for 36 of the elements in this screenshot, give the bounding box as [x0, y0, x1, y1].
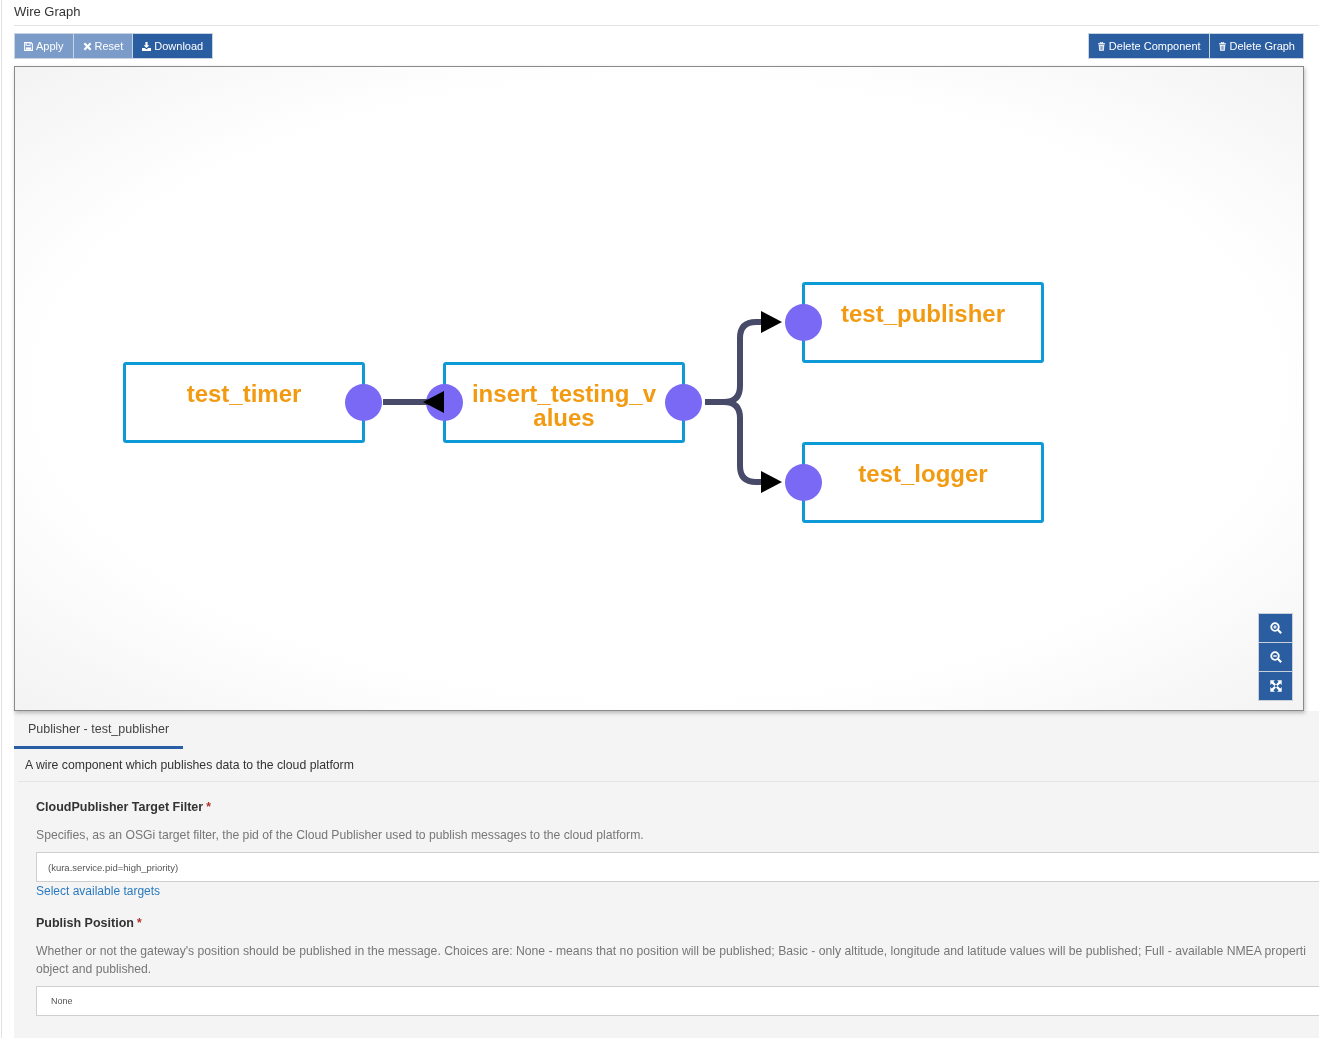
connection-arrow[interactable] [383, 391, 444, 413]
field-description: object and published. [36, 961, 153, 978]
zoom-out-icon [1269, 651, 1282, 663]
node-title: test_publisher [839, 302, 1006, 326]
field-description: Specifies, as an OSGi target filter, the pid of the Cloud Publisher used to publish messages to the cloud platform. [36, 827, 645, 844]
toolbar-button[interactable]: Delete Graph [1208, 33, 1304, 59]
page-title: Wire Graph [14, 4, 81, 20]
select-field[interactable]: None [36, 986, 1319, 1016]
zoom-out-button[interactable] [1258, 642, 1293, 672]
text-input[interactable]: (kura.service.pid=high_priority) [36, 852, 1319, 882]
field-label: CloudPublisher Target Filter [36, 799, 204, 815]
required-mark: * [206, 799, 211, 815]
toolbar-button[interactable]: Delete Component [1087, 33, 1210, 59]
trash-icon [1217, 41, 1227, 51]
field-description: Whether or not the gateway's position should be published in the message. Choices are: None - means that no position will be published; Basic - only altitude, longitude and latitude values will be published; Full - available NMEA properti [36, 943, 1307, 960]
required-mark: * [136, 915, 142, 931]
trash-icon [1096, 41, 1106, 51]
download-icon [142, 41, 152, 51]
cross-icon [82, 41, 92, 51]
toolbar-button[interactable]: Download [132, 33, 214, 59]
expand-icon [1269, 680, 1282, 692]
node-title: test_timer [185, 382, 303, 406]
node-title: insert_testing_values [470, 382, 658, 430]
field-label: Publish Position [36, 915, 134, 931]
component-description: A wire component which publishes data to the cloud platform [25, 758, 354, 772]
graph-canvas[interactable]: test_timer insert_testing_values test_publisher test_logger [14, 66, 1304, 711]
zoom-in-icon [1269, 622, 1282, 634]
tab[interactable]: Publisher - test_publisher [14, 716, 184, 749]
fit-view-button[interactable] [1258, 671, 1293, 701]
save-icon [24, 41, 33, 51]
input-port-icon[interactable] [784, 304, 822, 341]
node-title: test_logger [857, 462, 989, 486]
connection-arrow[interactable] [705, 399, 782, 493]
select-targets-link[interactable]: Select available targets [36, 884, 161, 898]
zoom-in-button[interactable] [1258, 613, 1293, 643]
input-port-icon[interactable] [784, 464, 822, 501]
